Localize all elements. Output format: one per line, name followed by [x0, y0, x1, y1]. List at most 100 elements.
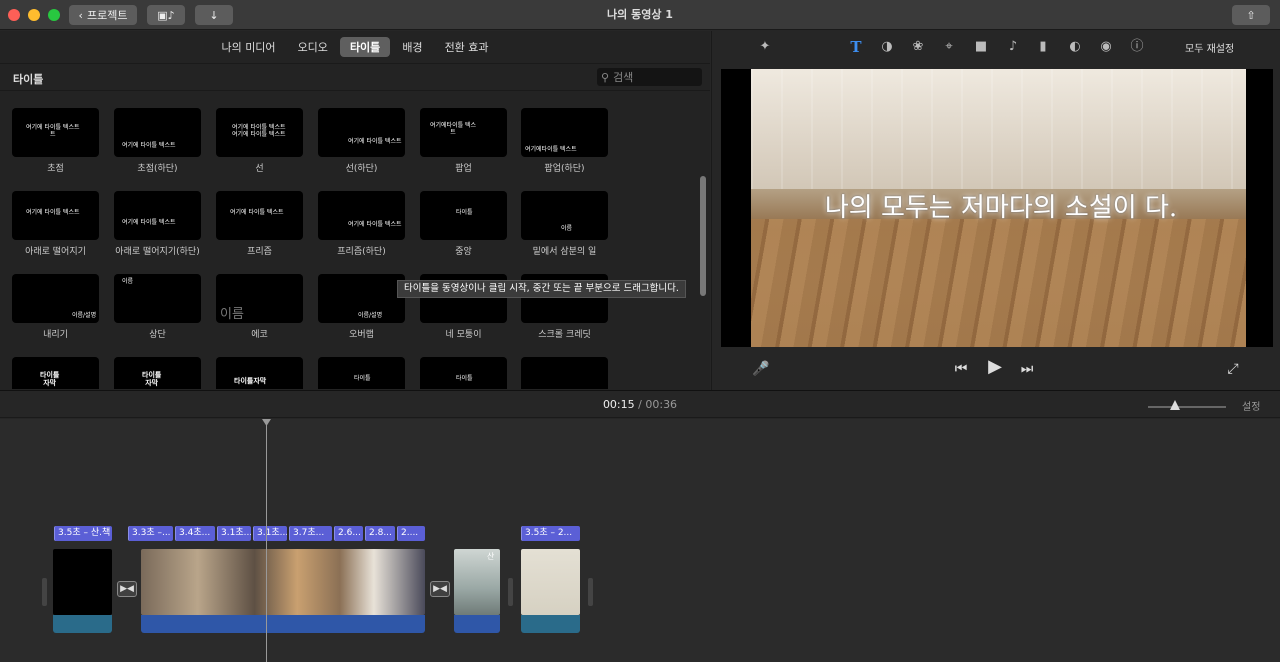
title-tile[interactable]: 여기에 타이틀 텍스트 아래로 떨어지기(하단) — [114, 191, 201, 257]
magic-wand-icon[interactable]: ✦ — [756, 38, 774, 56]
floor-image — [751, 219, 1246, 347]
title-tile[interactable]: 타이틀 자막 — [12, 357, 99, 389]
thumbnail-text: 여기에타이틀 텍스 트 — [430, 122, 477, 136]
media-import-button[interactable]: ▣♪ — [147, 5, 185, 25]
title-tag[interactable]: 3.1초... — [253, 526, 287, 541]
title-tile[interactable]: 타이틀자막 — [216, 357, 303, 389]
back-to-projects-button[interactable]: ‹ 프로젝트 — [69, 5, 137, 25]
speed-icon[interactable]: ◐ — [1066, 38, 1084, 56]
title-tag[interactable]: 3.4초... — [175, 526, 215, 541]
title-tag[interactable]: 3.5초 – 산.책 — [54, 526, 112, 541]
share-button[interactable]: ⇧ — [1232, 5, 1270, 25]
clip-trim-handle[interactable] — [42, 578, 47, 606]
title-tile[interactable]: 여기에타이틀 텍스 트 팝업 — [420, 108, 507, 174]
title-thumbnail: 여기에 타이틀 텍스트 — [318, 191, 405, 240]
title-tile[interactable]: 이름밑에서 삼분의 일 — [521, 191, 608, 257]
search-field[interactable]: ⚲ 검색 — [597, 68, 702, 86]
title-tile[interactable]: 여기에 타이틀 텍스트 프리즘 — [216, 191, 303, 257]
fullscreen-icon[interactable]: ⤢ — [1224, 360, 1242, 378]
thumbnail-text: 이름/설명 — [358, 312, 383, 319]
title-tile[interactable]: 이름/설명 내리기 — [12, 274, 99, 340]
title-tag[interactable]: 3.5초 – 2... — [521, 526, 580, 541]
clip-trim-handle[interactable] — [508, 578, 513, 606]
thumbnail-text: 여기에 타이틀 텍스트 여기에 타이틀 텍스트 — [232, 124, 286, 138]
clip-audio-track[interactable] — [53, 615, 112, 633]
title-tile[interactable]: 여기에 타이틀 텍스트 선(하단) — [318, 108, 405, 174]
color-balance-icon[interactable]: ◑ — [878, 38, 896, 56]
tab-my-media[interactable]: 나의 미디어 — [211, 37, 285, 57]
title-tile[interactable] — [521, 357, 608, 389]
video-viewer[interactable]: 나의 모두는 저마다의 소설이 다. — [721, 69, 1273, 347]
reset-all-button[interactable]: 모두 재설정 — [1185, 40, 1234, 55]
video-clip[interactable] — [521, 549, 580, 615]
thumbnail-text: 타이틀자막 — [234, 377, 267, 385]
color-palette-icon[interactable]: ❀ — [909, 38, 927, 56]
skip-back-icon[interactable]: ⏮ — [952, 360, 970, 378]
title-tile[interactable]: 타이틀 중앙 — [420, 191, 507, 257]
thumbnail-text: 이름 — [561, 225, 573, 232]
text-T-icon[interactable]: T — [847, 38, 865, 56]
title-thumbnail — [521, 357, 608, 389]
tab-transitions[interactable]: 전환 효과 — [435, 37, 499, 57]
close-window-button[interactable] — [8, 9, 20, 21]
back-label: 프로젝트 — [86, 9, 128, 22]
title-tile-label: 에코 — [251, 330, 268, 340]
playhead[interactable] — [266, 419, 267, 662]
thumbnail-text: 이름 — [220, 307, 244, 322]
clip-audio-track[interactable] — [454, 615, 500, 633]
title-tag[interactable]: 3.7초... — [289, 526, 332, 541]
title-tile[interactable]: 타이틀 — [318, 357, 405, 389]
clip-audio-track[interactable] — [521, 615, 580, 633]
minimize-window-button[interactable] — [28, 9, 40, 21]
title-tag[interactable]: 2.... — [397, 526, 425, 541]
timeline-settings-button[interactable]: 설정 — [1242, 398, 1260, 413]
video-clip[interactable]: 산 — [454, 549, 500, 615]
title-tile[interactable]: 여기에 타이틀 텍스트 프리즘(하단) — [318, 191, 405, 257]
clip-trim-handle[interactable] — [588, 578, 593, 606]
skip-forward-icon[interactable]: ⏭ — [1018, 360, 1036, 378]
title-thumbnail: 타이틀자막 — [216, 357, 303, 389]
title-thumbnail: 이름 — [114, 274, 201, 323]
crop-icon[interactable]: ⌖ — [940, 38, 958, 56]
clip-audio-track[interactable] — [141, 615, 425, 633]
title-tile[interactable]: 이름/설명오버랩 — [318, 274, 405, 340]
tab-audio[interactable]: 오디오 — [288, 37, 338, 57]
title-tile[interactable]: 이름에코 — [216, 274, 303, 340]
import-button[interactable]: ↓ — [195, 5, 233, 25]
equalizer-icon[interactable]: ▮ — [1034, 38, 1052, 56]
title-thumbnail: 여기에 타이틀 텍스트 트 — [12, 108, 99, 157]
zoom-slider-track[interactable] — [1148, 406, 1226, 408]
zoom-window-button[interactable] — [48, 9, 60, 21]
title-tile-label: 오버랩 — [349, 330, 374, 340]
filter-icon[interactable]: ◉ — [1097, 38, 1115, 56]
title-tile[interactable]: 이름 상단 — [114, 274, 201, 340]
title-tag[interactable]: 2.6... — [334, 526, 363, 541]
download-arrow-icon: ↓ — [209, 8, 219, 22]
title-tile[interactable]: 여기에 타이틀 텍스트 트 초점 — [12, 108, 99, 174]
title-tile-label: 선 — [255, 164, 264, 174]
tab-titles[interactable]: 타이틀 — [339, 37, 391, 57]
microphone-icon[interactable]: 🎤 — [752, 360, 770, 378]
play-icon[interactable]: ▶ — [984, 358, 1006, 376]
video-clip[interactable] — [141, 549, 425, 615]
title-tile[interactable]: 여기에 타이틀 텍스트 여기에 타이틀 텍스트선 — [216, 108, 303, 174]
volume-icon[interactable]: ♪ — [1004, 38, 1022, 56]
transition-icon[interactable]: ▶◀ — [117, 581, 137, 597]
title-tag[interactable]: 3.1초... — [217, 526, 251, 541]
title-tile[interactable]: 타이틀 — [420, 357, 507, 389]
title-thumbnail: 여기에 타이틀 텍스트 — [12, 191, 99, 240]
tab-backgrounds[interactable]: 배경 — [392, 37, 432, 57]
video-clip[interactable] — [53, 549, 112, 615]
info-icon[interactable]: ⓘ — [1128, 38, 1146, 56]
title-tile-label: 밑에서 삼분의 일 — [532, 247, 597, 257]
section-header: 타이틀 ⚲ 검색 — [0, 63, 710, 91]
title-tile[interactable]: 여기에 타이틀 텍스트 초점(하단) — [114, 108, 201, 174]
camera-icon[interactable]: ■ — [972, 38, 990, 56]
title-tile[interactable]: 타이틀 자막 — [114, 357, 201, 389]
title-tag[interactable]: 3.3초 –... — [128, 526, 173, 541]
title-tile[interactable]: 여기에타이틀 텍스트 팝업(하단) — [521, 108, 608, 174]
title-tag[interactable]: 2.8... — [365, 526, 395, 541]
browser-scrollbar[interactable] — [700, 176, 706, 296]
transition-icon[interactable]: ▶◀ — [430, 581, 450, 597]
title-tile[interactable]: 여기에 타이틀 텍스트 아래로 떨어지기 — [12, 191, 99, 257]
